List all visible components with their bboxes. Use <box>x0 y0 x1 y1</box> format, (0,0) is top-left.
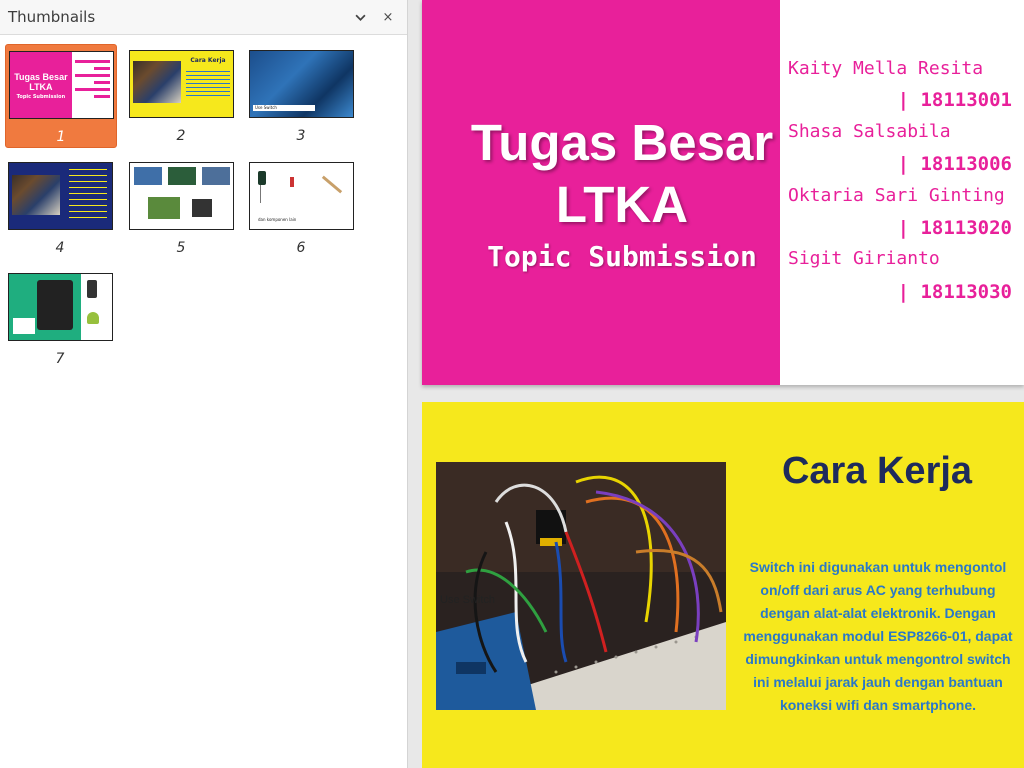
member-name: Shasa Salsabila <box>788 121 951 142</box>
thumbnail-preview <box>129 162 234 230</box>
thumb-pink-panel: Tugas Besar LTKA Topic Submission <box>10 52 72 118</box>
thumbnail-number: 3 <box>296 128 306 144</box>
thumb-caption: Use Switch <box>253 105 315 111</box>
thumbnail-preview: dan komponen lain <box>249 162 354 230</box>
thumb-component-photo <box>192 199 212 217</box>
thumbnail-number: 2 <box>176 128 186 144</box>
thumb-line <box>74 74 110 77</box>
thumbnail-number: 7 <box>55 351 65 367</box>
slide-1-subtitle: Topic Submission <box>487 240 757 273</box>
thumb-phone-small <box>87 280 97 298</box>
member-name: Sigit Girianto <box>788 248 940 269</box>
thumb-capacitor <box>258 171 266 185</box>
photo-caption: Use Switch <box>440 594 496 606</box>
thumbnail-number: 1 <box>56 129 66 145</box>
slides-view[interactable]: Tugas Besar LTKA Topic Submission Kaity … <box>408 0 1024 768</box>
breadboard-wiring-photo <box>436 462 726 710</box>
member-id: | 18113020 <box>897 217 1012 239</box>
thumb-component-photo <box>148 197 180 219</box>
title-line-1: Tugas Besar <box>470 114 774 171</box>
slide-2-photo <box>436 462 726 710</box>
panel-header: Thumbnails × <box>0 0 407 35</box>
thumbnail-preview: Use Switch <box>249 50 354 118</box>
chevron-down-icon[interactable] <box>349 6 371 28</box>
slide-2-body: Switch ini digunakan untuk mengontol on/… <box>743 559 1013 713</box>
thumb-component-photo <box>134 167 162 185</box>
thumb-line <box>93 67 110 70</box>
thumb-led <box>290 177 294 187</box>
thumbnail-slide-1[interactable]: Tugas Besar LTKA Topic Submission 1 <box>5 44 117 148</box>
panel-title: Thumbnails <box>8 8 96 26</box>
title-line-2: LTKA <box>555 176 689 233</box>
thumbnail-slide-4[interactable]: 4 <box>5 156 115 258</box>
android-icon <box>87 312 99 324</box>
member-name: Kaity Mella Resita <box>788 58 984 79</box>
slide-2[interactable]: Use Switch Cara Kerja Switch ini digunak… <box>422 402 1024 768</box>
thumbnails-panel: Thumbnails × Tugas Besar LTKA Topic Subm… <box>0 0 408 768</box>
thumbnail-number: 6 <box>296 240 306 256</box>
thumb-white-panel <box>71 52 113 118</box>
thumbnail-slide-7[interactable]: 7 <box>5 267 115 369</box>
thumbnail-slide-2[interactable]: Cara Kerja 2 <box>126 44 236 146</box>
thumb-body-lines <box>186 71 230 99</box>
thumb-title: Cara Kerja <box>190 57 226 64</box>
thumbnail-preview <box>8 162 113 230</box>
thumb-photo <box>133 61 181 103</box>
thumbnail-number: 5 <box>176 240 186 256</box>
thumb-subtitle: Topic Submission <box>16 94 66 100</box>
member-id: | 18113030 <box>897 281 1012 303</box>
thumb-line <box>74 88 110 91</box>
thumb-caption: dan komponen lain <box>258 217 297 222</box>
thumbnail-slide-3[interactable]: Use Switch 3 <box>246 44 356 146</box>
thumb-phone <box>37 280 73 330</box>
thumb-list-lines <box>69 169 107 223</box>
thumb-component-photo <box>202 167 230 185</box>
thumbnail-preview <box>8 273 113 341</box>
member-id: | 18113001 <box>897 89 1012 111</box>
thumb-text-box <box>13 318 35 334</box>
thumbnail-preview: Tugas Besar LTKA Topic Submission <box>9 51 114 119</box>
thumbnail-number: 4 <box>55 240 65 256</box>
thumb-lead <box>260 185 261 203</box>
slide-2-title: Cara Kerja <box>781 450 973 492</box>
thumb-line <box>93 95 110 98</box>
member-name: Oktaria Sari Ginting <box>788 185 1005 206</box>
slide-1-title: Tugas Besar LTKA <box>422 112 822 236</box>
thumb-line <box>93 81 110 84</box>
thumb-photo <box>12 175 60 215</box>
thumb-component-photo <box>168 167 196 185</box>
slide-1[interactable]: Tugas Besar LTKA Topic Submission Kaity … <box>422 0 1024 385</box>
thumbnail-slide-5[interactable]: 5 <box>126 156 236 258</box>
thumb-line <box>74 60 110 63</box>
close-icon[interactable]: × <box>377 6 399 28</box>
member-id: | 18113006 <box>897 153 1012 175</box>
thumbnail-slide-6[interactable]: dan komponen lain 6 <box>246 156 356 258</box>
thumb-resistor <box>321 175 343 194</box>
thumb-title: Tugas Besar LTKA <box>14 72 68 92</box>
thumbnail-preview: Cara Kerja <box>129 50 234 118</box>
